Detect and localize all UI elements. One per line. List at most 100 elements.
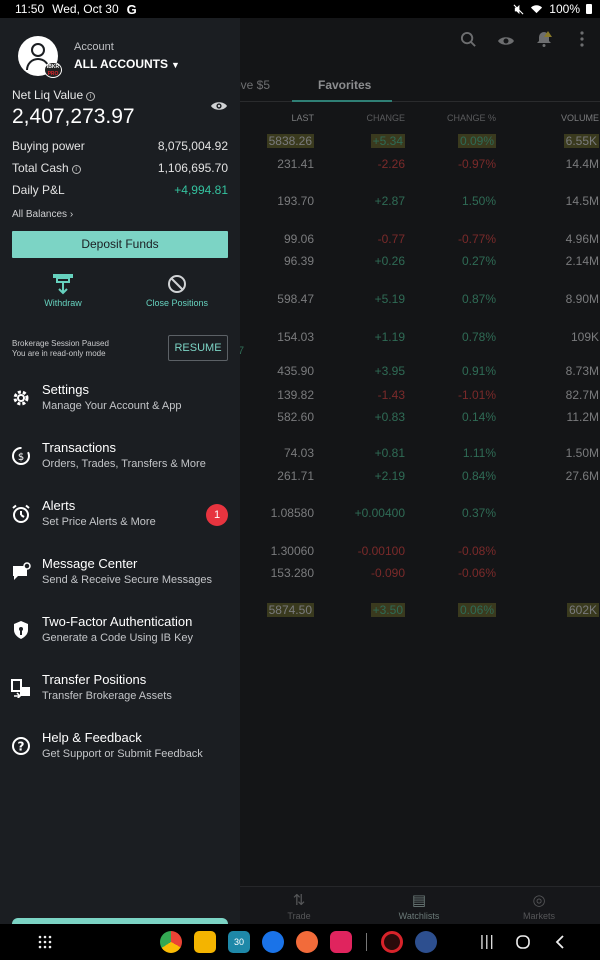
search-icon[interactable] [458,31,478,53]
cell-volume: 14.5M [565,194,599,208]
cell-change: +2.19 [374,469,405,483]
battery-percent: 100% [549,2,580,16]
cell-last: 231.41 [277,157,314,171]
cell-change-pct: 0.37% [461,506,496,520]
col-last: LAST [291,113,314,123]
nav-markets-label: Markets [522,911,555,921]
nav-watchlists[interactable]: ▤ Watchlists [379,891,459,921]
cell-change: +0.81 [374,446,405,460]
nav-trade[interactable]: ⇅ Trade [259,891,339,921]
ibkr-pro-badge: IBKR PRO [44,62,62,78]
total-cash-info-icon[interactable]: i [71,165,81,174]
resume-button[interactable]: RESUME [168,335,228,361]
cell-last-highlight: 5874.50 [266,603,314,617]
cell-volume-highlight: 602K [566,603,599,617]
net-liq-value: 2,407,273.97 [12,105,135,128]
buying-power-value: 8,075,004.92 [157,139,228,153]
dock-separator [366,933,367,951]
back-button-icon[interactable] [555,935,565,949]
total-cash-label: Total Cash [12,161,69,175]
net-liq-label: Net Liq Value i [12,88,96,102]
cell-change: -0.00100 [357,544,405,558]
cell-last: 598.47 [277,292,314,306]
dropdown-caret-icon: ▼ [171,60,180,70]
cell-last: 96.39 [283,254,314,268]
col-change: CHANGE [366,113,405,123]
account-drawer: IBKR PRO Account ALL ACCOUNTS ▼ Net Liq V… [0,18,240,924]
cell-last: 1.30060 [270,544,314,558]
cell-last: 74.03 [283,446,314,460]
settings-app-icon[interactable] [415,931,437,953]
contacts-app-icon[interactable] [296,931,318,953]
wifi-icon [531,5,543,14]
transfer-positions-icon [11,679,30,698]
total-cash-row: Total Cash i 1,106,695.70 [12,161,228,177]
menu-item-two-factor[interactable]: Two-Factor Authentication Generate a Cod… [0,610,240,658]
nav-watchlists-label: Watchlists [398,911,440,921]
info-icon[interactable]: i [86,92,96,101]
menu-subtitle: Get Support or Submit Feedback [42,748,203,760]
withdraw-label: Withdraw [44,298,82,308]
home-button-icon[interactable] [516,935,530,949]
trade-icon: ⇅ [292,892,306,909]
cell-change-pct: -0.77% [457,232,496,246]
hide-values-eye-icon[interactable] [210,100,228,112]
withdraw-button[interactable]: Withdraw [11,272,115,308]
cell-volume: 109K [570,330,599,344]
nav-markets[interactable]: ◎ Markets [499,891,579,921]
more-vert-icon[interactable] [572,31,592,52]
cell-change: +2.87 [374,194,405,208]
menu-subtitle: Manage Your Account & App [42,400,182,412]
message-bubble-icon [13,562,31,580]
account-header[interactable]: IBKR PRO Account ALL ACCOUNTS ▼ [18,36,180,78]
withdraw-icon [53,274,73,295]
cell-change: +5.34 [325,134,405,148]
notification-bell-icon[interactable] [534,30,554,53]
camera-app-icon[interactable] [330,931,352,953]
cell-change: -0.090 [370,566,405,580]
messages-app-icon[interactable] [262,931,284,953]
read-only-text: You are in read-only mode [12,349,106,358]
ibkr-app-icon[interactable] [381,931,403,953]
cell-change-pct: -0.06% [457,566,496,580]
calendar-app-icon[interactable]: 30 [228,931,250,953]
cell-change-pct: 0.27% [461,254,496,268]
status-date: Wed, Oct 30 [52,2,119,16]
shield-key-icon [14,621,28,639]
cell-change-pct: 0.06% [426,603,496,617]
cell-last-highlight: 5838.26 [266,134,314,148]
menu-item-message-center[interactable]: Message Center Send & Receive Secure Mes… [0,552,240,600]
menu-item-transfer-positions[interactable]: Transfer Positions Transfer Brokerage As… [0,668,240,716]
cell-last: 5874.50 [234,603,314,617]
account-selector[interactable]: ALL ACCOUNTS ▼ [74,57,180,71]
cell-change-pct: 0.78% [461,330,496,344]
menu-item-help[interactable]: ? Help & Feedback Get Support or Submit … [0,726,240,774]
col-change-pct: CHANGE % [446,113,496,123]
tab-favorites[interactable]: Favorites [318,78,371,92]
cell-volume-highlight: 6.55K [563,134,599,148]
cell-volume: 82.7M [565,388,599,402]
transactions-dollar-icon: $ [12,447,30,465]
cell-volume: 4.96M [565,232,599,246]
cell-last: 5838.26 [234,134,314,148]
menu-item-settings[interactable]: Settings Manage Your Account & App [0,378,240,426]
account-label: Account [74,41,114,53]
cell-change-pct: 0.84% [461,469,496,483]
cell-change-pct: -0.08% [457,544,496,558]
menu-item-alerts[interactable]: Alerts Set Price Alerts & More 1 [0,494,240,542]
recents-button-icon[interactable]: ||| [480,933,495,950]
all-balances-link[interactable]: All Balances › [12,209,73,220]
help-question-icon: ? [12,737,30,755]
watch-eye-icon[interactable] [496,32,516,52]
deposit-funds-button[interactable]: Deposit Funds [12,231,228,258]
cell-change-pct: 0.91% [461,364,496,378]
close-positions-button[interactable]: Close Positions [125,272,229,308]
menu-title: Settings [42,382,89,397]
files-app-icon[interactable] [194,931,216,953]
cell-change-pct: -0.97% [457,157,496,171]
menu-item-transactions[interactable]: $ Transactions Orders, Trades, Transfers… [0,436,240,484]
chrome-app-icon[interactable] [160,931,182,953]
cell-change-pct: -1.01% [457,388,496,402]
app-drawer-grid-icon[interactable] [38,935,52,949]
menu-title: Transfer Positions [42,672,147,687]
